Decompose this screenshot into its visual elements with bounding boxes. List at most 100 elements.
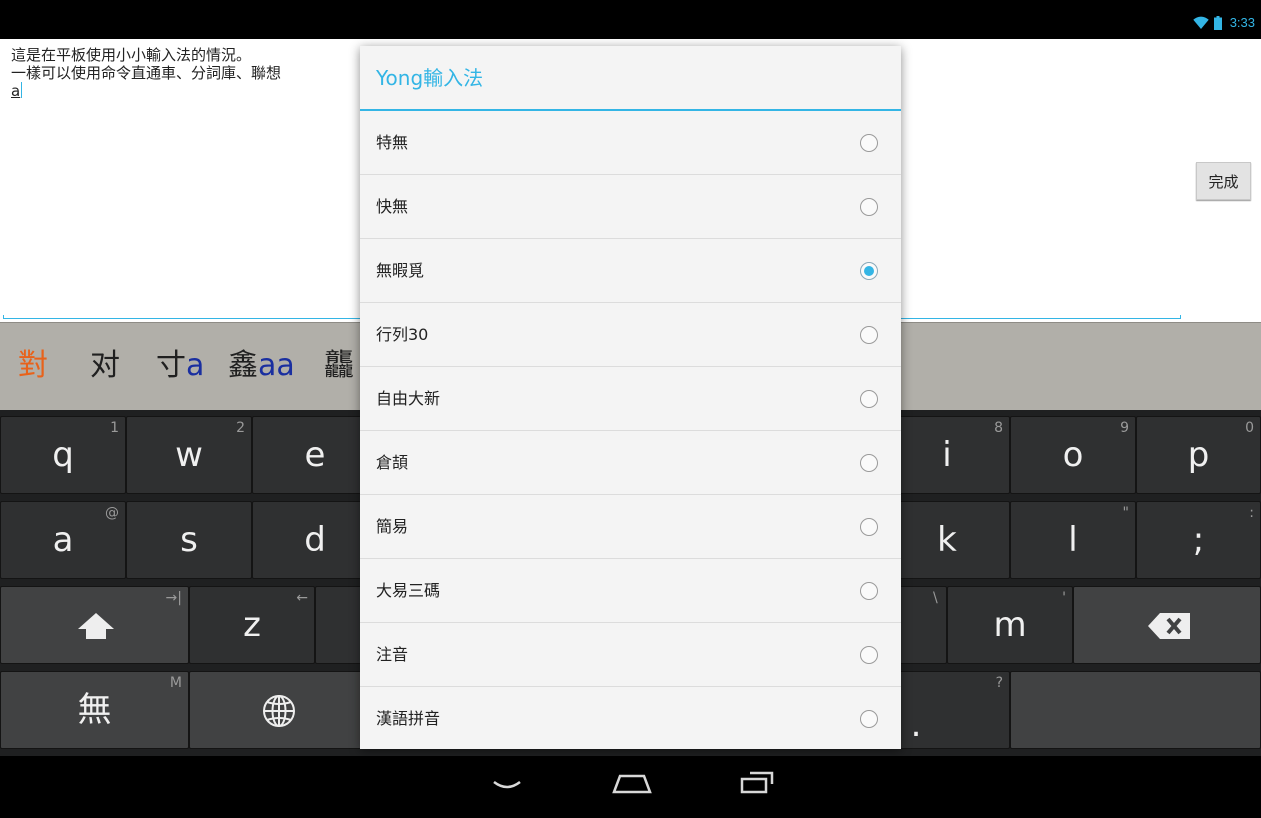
key-s[interactable]: s <box>126 501 252 579</box>
key-label: m <box>993 605 1027 645</box>
radio-button[interactable] <box>860 134 878 152</box>
radio-button[interactable] <box>860 518 878 536</box>
battery-icon <box>1213 15 1222 30</box>
shift-icon <box>78 613 114 639</box>
key-i[interactable]: 8i <box>884 416 1010 494</box>
editor-text[interactable]: 這是在平板使用小小輸入法的情況。 一樣可以使用命令直通車、分詞庫、聯想 a <box>11 46 356 100</box>
mode-key[interactable]: M 無 <box>0 671 189 749</box>
key-hint: @ <box>105 505 119 521</box>
backspace-key[interactable] <box>1073 586 1261 664</box>
editor-line-3: a <box>11 82 356 100</box>
candidate-4[interactable]: 鑫aa <box>228 349 295 383</box>
key-label: i <box>942 435 952 475</box>
key-hint: 2 <box>236 420 245 436</box>
nav-recents-icon[interactable] <box>740 770 774 794</box>
candidate-5[interactable]: 龘 <box>324 349 354 383</box>
candidate-2[interactable]: 对 <box>90 349 120 383</box>
key-hint: : <box>1249 505 1254 521</box>
key-z[interactable]: ← z <box>189 586 315 664</box>
option-row[interactable]: 注音 <box>360 623 901 687</box>
wifi-icon <box>1192 16 1209 29</box>
option-label: 特無 <box>376 133 409 152</box>
option-label: 簡易 <box>376 517 409 536</box>
period-key[interactable]: ? . <box>884 671 1010 749</box>
option-label: 倉頡 <box>376 453 409 472</box>
radio-button[interactable] <box>860 710 878 728</box>
key-a[interactable]: @ a <box>0 501 126 579</box>
globe-icon <box>263 695 295 727</box>
key-hint: ' <box>1062 590 1066 606</box>
candidate-4-code: aa <box>258 348 295 383</box>
editor-line-2: 一樣可以使用命令直通車、分詞庫、聯想 <box>11 64 282 82</box>
option-label: 漢語拼音 <box>376 709 441 728</box>
option-row[interactable]: 行列30 <box>360 303 901 367</box>
radio-button[interactable] <box>860 326 878 344</box>
radio-button[interactable] <box>860 198 878 216</box>
option-label: 無暇覓 <box>376 261 425 280</box>
key-hint: 8 <box>994 420 1003 436</box>
key-label: p <box>1187 435 1210 475</box>
nav-back-icon[interactable] <box>492 778 522 794</box>
candidate-1[interactable]: 對 <box>18 349 48 383</box>
status-time: 3:33 <box>1229 15 1255 30</box>
option-row[interactable]: 特無 <box>360 111 901 175</box>
key-label: o <box>1062 435 1084 475</box>
option-row[interactable]: 無暇覓 <box>360 239 901 303</box>
status-icons: 3:33 <box>1192 15 1255 30</box>
candidate-3-han: 寸 <box>156 348 186 383</box>
input-method-dialog: Yong輸入法 特無快無無暇覓行列30 自由大新倉頡簡易大易三碼注音漢語拼音 <box>360 46 901 749</box>
nav-home-icon[interactable] <box>612 772 652 794</box>
key-p[interactable]: 0p <box>1136 416 1261 494</box>
radio-button[interactable] <box>860 582 878 600</box>
option-row[interactable]: 簡易 <box>360 495 901 559</box>
key-hint: 1 <box>110 420 119 436</box>
key-label: k <box>937 520 957 560</box>
key-hint: 0 <box>1245 420 1254 436</box>
dialog-title: Yong輸入法 <box>376 66 484 90</box>
key-label: e <box>304 435 326 475</box>
status-bar: 3:33 <box>0 0 1261 39</box>
key-hint: →| <box>165 590 182 606</box>
key-w[interactable]: 2w <box>126 416 252 494</box>
candidate-3-code: a <box>186 348 205 383</box>
radio-button-checked[interactable] <box>860 262 878 280</box>
key-k[interactable]: k <box>884 501 1010 579</box>
key-hint: 9 <box>1120 420 1129 436</box>
option-row[interactable]: 快無 <box>360 175 901 239</box>
key-q[interactable]: 1q <box>0 416 126 494</box>
composing-text: a <box>11 82 21 100</box>
key-hint: " <box>1122 505 1129 521</box>
key-x-partial[interactable] <box>315 586 365 664</box>
key-label: d <box>304 520 326 560</box>
option-label: 自由大新 <box>376 389 441 408</box>
option-row[interactable]: 倉頡 <box>360 431 901 495</box>
option-label: 注音 <box>376 645 409 664</box>
option-row[interactable]: 自由大新 <box>360 367 901 431</box>
key-label: a <box>52 520 74 560</box>
radio-button[interactable] <box>860 646 878 664</box>
option-row[interactable]: 大易三碼 <box>360 559 901 623</box>
key-label: 無 <box>77 690 112 730</box>
enter-key[interactable] <box>1010 671 1261 749</box>
key-l[interactable]: " l <box>1010 501 1136 579</box>
navigation-bar <box>0 756 1261 818</box>
radio-button[interactable] <box>860 454 878 472</box>
candidate-4-han: 鑫 <box>228 348 258 383</box>
candidate-3[interactable]: 寸a <box>156 349 204 383</box>
key-hint: ← <box>296 590 308 606</box>
language-key[interactable] <box>189 671 365 749</box>
key-o[interactable]: 9o <box>1010 416 1136 494</box>
key-label: s <box>180 520 198 560</box>
option-label: 行列30 <box>376 325 429 344</box>
editor-line-1: 這是在平板使用小小輸入法的情況。 <box>11 46 252 64</box>
key-hint: M <box>169 675 182 691</box>
option-row[interactable]: 漢語拼音 <box>360 687 901 751</box>
key-hint: \ <box>933 590 938 606</box>
key-label: w <box>175 435 203 475</box>
text-caret <box>21 82 23 98</box>
shift-key[interactable]: →| <box>0 586 189 664</box>
key-semicolon[interactable]: :; <box>1136 501 1261 579</box>
radio-button[interactable] <box>860 390 878 408</box>
key-m[interactable]: ' m <box>947 586 1073 664</box>
done-button[interactable]: 完成 <box>1196 162 1251 200</box>
